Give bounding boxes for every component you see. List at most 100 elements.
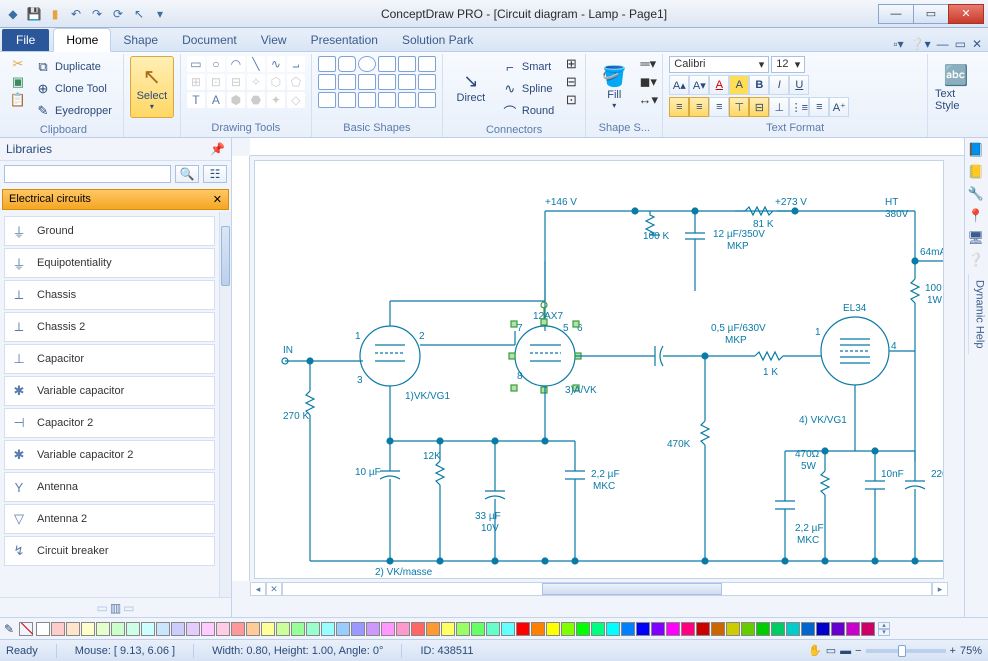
color-swatch[interactable] — [711, 622, 725, 636]
font-size-select[interactable]: 12▾ — [771, 56, 805, 73]
shape-i[interactable] — [378, 92, 396, 108]
fit-width-icon[interactable]: ▬ — [840, 645, 851, 657]
color-swatch[interactable] — [756, 622, 770, 636]
hand-tool-icon[interactable]: ✋ — [808, 644, 822, 657]
sidebar-category[interactable]: Electrical circuits ✕ — [2, 189, 229, 210]
view-mode-button[interactable]: ☷ — [203, 165, 227, 183]
fit-page-icon[interactable]: ▭ — [826, 644, 836, 657]
color-swatch[interactable] — [216, 622, 230, 636]
zoom-in-button[interactable]: + — [950, 645, 956, 657]
align-right-button[interactable]: ≡ — [709, 97, 729, 117]
pin-icon[interactable]: 📌 — [210, 142, 225, 156]
tool-f[interactable]: ⬠ — [287, 74, 305, 90]
dynamic-help-tab[interactable]: Dynamic Help — [968, 274, 986, 354]
color-swatch[interactable] — [186, 622, 200, 636]
color-swatch[interactable] — [726, 622, 740, 636]
highlight-button[interactable]: A — [729, 75, 749, 95]
color-swatch[interactable] — [561, 622, 575, 636]
close-button[interactable]: ✕ — [948, 4, 984, 24]
color-swatch[interactable] — [306, 622, 320, 636]
tool-l[interactable]: ◇ — [287, 92, 305, 108]
color-swatch[interactable] — [171, 622, 185, 636]
rtool-help-icon[interactable]: ❔ — [968, 252, 986, 270]
qat-undo-icon[interactable]: ↶ — [67, 5, 85, 23]
sidebar-view2-icon[interactable]: ▥ — [110, 601, 121, 615]
color-swatch[interactable] — [531, 622, 545, 636]
color-swatch[interactable] — [336, 622, 350, 636]
qat-redo-icon[interactable]: ↷ — [88, 5, 106, 23]
rtool-4-icon[interactable]: 📍 — [968, 208, 986, 226]
tool-line[interactable]: ╲ — [247, 56, 265, 72]
shape-d[interactable] — [378, 74, 396, 90]
underline-button[interactable]: U — [789, 75, 809, 95]
color-swatch[interactable] — [816, 622, 830, 636]
rtool-5-icon[interactable]: 🖥 — [968, 230, 986, 248]
spline-connector-button[interactable]: ∿Spline — [497, 78, 559, 100]
tool-k[interactable]: ✦ — [267, 92, 285, 108]
sidebar-view1-icon[interactable]: ▭ — [96, 601, 107, 615]
tool-c[interactable]: ⊟ — [227, 74, 245, 90]
color-swatch[interactable] — [66, 622, 80, 636]
rtool-1-icon[interactable]: 📘 — [968, 142, 986, 160]
sidebar-view3-icon[interactable]: ▭ — [123, 601, 134, 615]
shape-dia[interactable] — [398, 56, 416, 72]
color-swatch[interactable] — [366, 622, 380, 636]
color-swatch[interactable] — [51, 622, 65, 636]
shape-more3[interactable] — [418, 92, 436, 108]
color-swatch[interactable] — [801, 622, 815, 636]
shape-j[interactable] — [398, 92, 416, 108]
shape-c[interactable] — [358, 74, 376, 90]
shape-b[interactable] — [338, 74, 356, 90]
bold-button[interactable]: B — [749, 75, 769, 95]
shape-rect[interactable] — [318, 56, 336, 72]
color-swatch[interactable] — [696, 622, 710, 636]
color-swatch[interactable] — [666, 622, 680, 636]
align-center-button[interactable]: ≡ — [689, 97, 709, 117]
eyedropper-button[interactable]: ✎Eyedropper — [30, 100, 117, 122]
color-swatch[interactable] — [741, 622, 755, 636]
tool-b[interactable]: ⊡ — [207, 74, 225, 90]
hscroll-track[interactable] — [282, 582, 932, 596]
file-tab[interactable]: File — [2, 29, 49, 51]
color-swatch[interactable] — [606, 622, 620, 636]
bullets-button[interactable]: ⋮≡ — [789, 97, 809, 117]
palette-scroll[interactable]: ▴▾ — [878, 622, 890, 636]
color-swatch[interactable] — [576, 622, 590, 636]
color-swatch[interactable] — [651, 622, 665, 636]
fill-button[interactable]: 🪣Fill▾ — [592, 56, 636, 118]
duplicate-button[interactable]: ⧉Duplicate — [30, 56, 117, 78]
canvas-vscroll[interactable] — [948, 156, 964, 581]
shape-circle[interactable] — [358, 56, 376, 72]
color-swatch[interactable] — [591, 622, 605, 636]
color-swatch[interactable] — [201, 622, 215, 636]
zoom-thumb[interactable] — [898, 645, 906, 657]
color-swatch[interactable] — [351, 622, 365, 636]
indent-button[interactable]: A⁺ — [829, 97, 849, 117]
shape-a[interactable] — [318, 74, 336, 90]
tool-d[interactable]: ✧ — [247, 74, 265, 90]
list-item[interactable]: ⟂Chassis — [4, 280, 215, 310]
list-item[interactable]: ⊥Capacitor — [4, 344, 215, 374]
font-select[interactable]: Calibri▾ — [669, 56, 769, 73]
qat-new-icon[interactable]: ▮ — [46, 5, 64, 23]
list-item[interactable]: ⟂Chassis 2 — [4, 312, 215, 342]
drawing-canvas[interactable]: +146 V +273 V HT 380V 100 K 81 K 12 µF/3… — [254, 160, 944, 579]
color-swatch[interactable] — [396, 622, 410, 636]
color-swatch[interactable] — [126, 622, 140, 636]
decrease-font-button[interactable]: A▾ — [689, 75, 709, 95]
tool-e[interactable]: ⬡ — [267, 74, 285, 90]
list-item[interactable]: YAntenna — [4, 472, 215, 502]
select-tool-button[interactable]: ↖ Select ▾ — [130, 56, 174, 118]
color-swatch[interactable] — [786, 622, 800, 636]
palette-pen-icon[interactable]: ✎ — [4, 622, 14, 636]
color-swatch[interactable] — [156, 622, 170, 636]
qat-pointer-icon[interactable]: ↖ — [130, 5, 148, 23]
hscroll-right[interactable]: ▸ — [932, 582, 948, 596]
hscroll-left[interactable]: ◂ — [250, 582, 266, 596]
round-connector-button[interactable]: ⌒Round — [497, 100, 559, 122]
ribbon-collapse-icon[interactable]: ▫▾ — [893, 37, 903, 51]
list-item[interactable]: ▽Antenna 2 — [4, 504, 215, 534]
list-item[interactable]: ✱Variable capacitor 2 — [4, 440, 215, 470]
conn-opt1-icon[interactable]: ⊞ — [563, 56, 579, 72]
list-item[interactable]: ↯Circuit breaker — [4, 536, 215, 566]
